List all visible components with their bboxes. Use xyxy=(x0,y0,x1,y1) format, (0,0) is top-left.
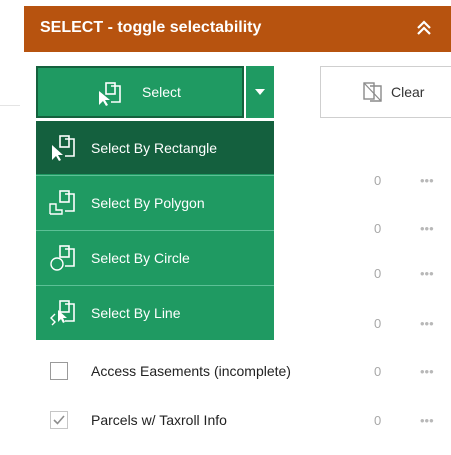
menu-item-select-by-circle[interactable]: Select By Circle xyxy=(36,230,274,283)
caret-down-icon xyxy=(255,89,265,95)
layer-options-button[interactable]: ••• xyxy=(420,173,434,188)
select-button-label: Select xyxy=(142,84,181,100)
select-method-menu: Select By Rectangle Select By Polygon Se… xyxy=(36,121,274,340)
layer-options-button[interactable]: ••• xyxy=(420,266,434,281)
select-dropdown-toggle[interactable] xyxy=(246,66,274,118)
clear-button-label: Clear xyxy=(391,84,425,100)
select-button[interactable]: Select xyxy=(36,66,244,118)
select-circle-icon xyxy=(48,245,78,271)
panel-header: SELECT - toggle selectability xyxy=(24,6,451,52)
layer-count: 0 xyxy=(374,266,382,281)
layer-count: 0 xyxy=(374,413,382,428)
layer-count: 0 xyxy=(374,221,382,236)
select-rectangle-icon xyxy=(48,135,78,161)
menu-item-label: Select By Polygon xyxy=(91,195,205,211)
layer-checkbox[interactable] xyxy=(50,362,68,380)
layer-options-button[interactable]: ••• xyxy=(420,413,434,428)
select-line-icon xyxy=(48,300,78,326)
layer-name: Access Easements (incomplete) xyxy=(91,363,291,379)
menu-item-select-by-polygon[interactable]: Select By Polygon xyxy=(36,175,274,228)
divider xyxy=(0,105,20,106)
menu-item-select-by-line[interactable]: Select By Line xyxy=(36,285,274,338)
panel-title: SELECT - toggle selectability xyxy=(40,19,262,36)
clear-selection-icon xyxy=(361,81,385,103)
layer-options-button[interactable]: ••• xyxy=(420,364,434,379)
clear-button[interactable]: Clear xyxy=(320,66,451,118)
select-rectangle-icon xyxy=(96,82,122,106)
layer-options-button[interactable]: ••• xyxy=(420,221,434,236)
menu-item-label: Select By Line xyxy=(91,305,181,321)
layer-checkbox[interactable] xyxy=(50,411,68,429)
menu-item-select-by-rectangle[interactable]: Select By Rectangle xyxy=(36,121,274,174)
layer-count: 0 xyxy=(374,364,382,379)
checkmark-icon xyxy=(53,415,65,425)
collapse-icon[interactable] xyxy=(413,17,435,39)
layer-name: Parcels w/ Taxroll Info xyxy=(91,412,227,428)
select-polygon-icon xyxy=(48,190,78,216)
layer-count: 0 xyxy=(374,316,382,331)
layer-options-button[interactable]: ••• xyxy=(420,316,434,331)
menu-item-label: Select By Circle xyxy=(91,250,190,266)
layer-count: 0 xyxy=(374,173,382,188)
menu-item-label: Select By Rectangle xyxy=(91,140,218,156)
